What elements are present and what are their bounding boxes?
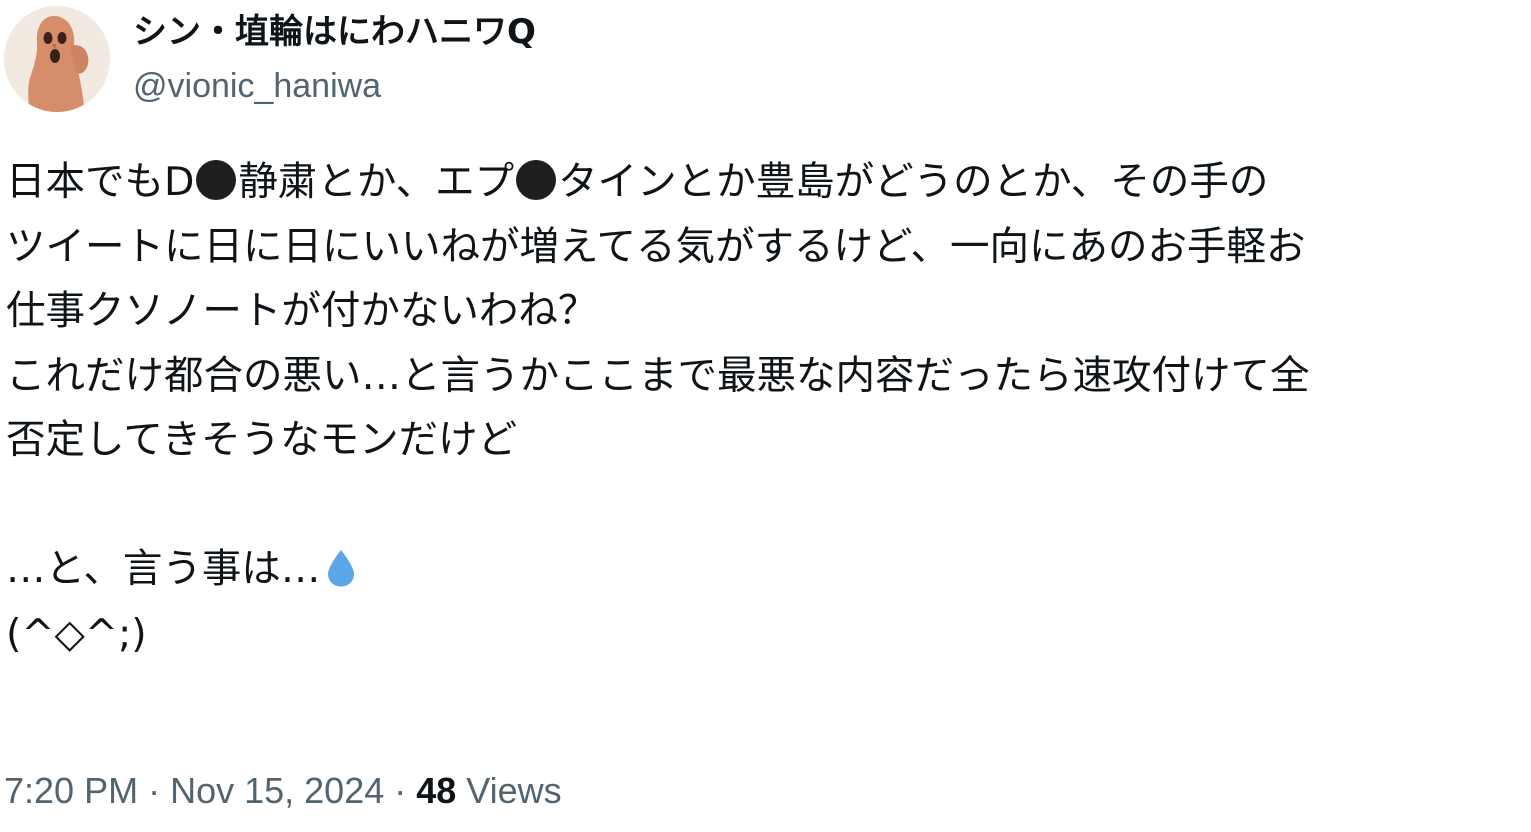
avatar[interactable] bbox=[4, 6, 110, 112]
black-circle-icon bbox=[196, 160, 237, 200]
author-names: シン・埴輪はにわハニワQ @vionic_haniwa bbox=[133, 10, 536, 108]
views-count: 48 bbox=[416, 770, 457, 811]
tweet-text-segment: …と、言う事は… bbox=[6, 546, 321, 592]
tweet-line-1: 日本でもD 静粛とか、エプ タインとか豊島がどうのとか、その手の bbox=[6, 150, 1526, 215]
views-label: Views bbox=[466, 770, 562, 811]
display-name[interactable]: シン・埴輪はにわハニワQ bbox=[133, 10, 536, 54]
tweet-text-segment: 静粛とか、エプ bbox=[238, 159, 515, 205]
tweet-text: 日本でもD 静粛とか、エプ タインとか豊島がどうのとか、その手の ツイートに日に日に… bbox=[6, 150, 1526, 666]
black-circle-icon bbox=[516, 160, 557, 200]
tweet-date[interactable]: Nov 15, 2024 bbox=[170, 770, 384, 811]
tweet-meta: 7:20 PM · Nov 15, 2024 · 48 Views bbox=[4, 768, 562, 814]
tweet-line-4: これだけ都合の悪い…と言うかここまで最悪な内容だったら速攻付けて全 bbox=[6, 352, 1310, 399]
tweet-line-5: 否定してきそうなモンだけど bbox=[6, 417, 518, 463]
separator-dot: · bbox=[148, 770, 161, 811]
droplet-icon bbox=[324, 543, 358, 608]
tweet-line-6: …と、言う事は… bbox=[6, 537, 1526, 602]
tweet-line-7: (^◇^;) bbox=[6, 610, 147, 657]
user-handle[interactable]: @vionic_haniwa bbox=[133, 64, 536, 108]
separator-dot: · bbox=[394, 770, 407, 811]
tweet-line-2: ツイートに日に日にいいねが増えてる気がするけど、一向にあのお手軽お bbox=[6, 223, 1306, 270]
tweet-text-segment: 日本でもD bbox=[6, 159, 195, 205]
tweet-text-segment: タインとか豊島がどうのとか、その手の bbox=[558, 159, 1269, 205]
tweet: シン・埴輪はにわハニワQ @vionic_haniwa 日本でもD 静粛とか、エプ… bbox=[0, 0, 1531, 832]
tweet-time[interactable]: 7:20 PM bbox=[4, 770, 138, 811]
tweet-line-3: 仕事クソノートが付かないわね？ bbox=[6, 288, 598, 334]
haniwa-avatar-icon bbox=[4, 6, 110, 112]
tweet-header: シン・埴輪はにわハニワQ @vionic_haniwa bbox=[0, 0, 1531, 120]
